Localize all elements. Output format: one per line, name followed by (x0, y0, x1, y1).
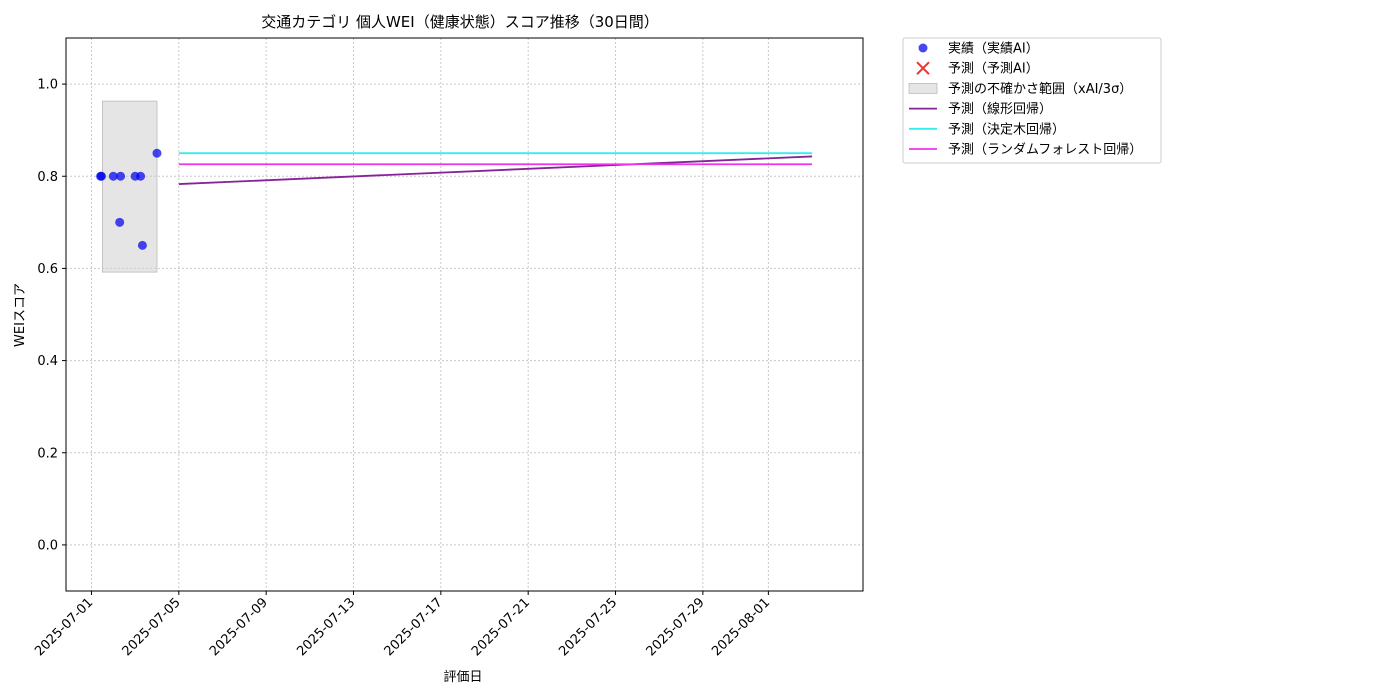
y-tick-label: 0.0 (37, 538, 58, 553)
prediction-lines-layer (178, 152, 813, 185)
actual-point (137, 240, 147, 250)
legend-label: 実績（実績AI） (948, 41, 1039, 57)
actual-point (116, 171, 126, 181)
legend-marker-band (908, 83, 938, 94)
actual-point (115, 217, 125, 227)
x-tick-label: 2025-07-29 (644, 595, 708, 659)
actual-point (136, 171, 146, 181)
y-tick-label: 0.8 (37, 170, 58, 185)
x-tick-label: 2025-07-09 (207, 595, 271, 659)
x-axis-label: 評価日 (443, 670, 482, 685)
legend-label: 予測（決定木回帰） (948, 121, 1065, 137)
plot-frame (65, 37, 864, 592)
y-tick-label: 0.2 (37, 446, 58, 461)
y-tick-label: 0.4 (37, 354, 58, 369)
legend: 実績（実績AI） 予測（予測AI） 予測の不確かさ範囲（xAI/3σ） 予測（線形回帰… (902, 37, 1162, 164)
x-axis-ticks: 2025-07-01 2025-07-05 2025-07-09 2025-07-13… (32, 591, 773, 659)
x-tick-label: 2025-07-13 (294, 595, 358, 659)
y-axis-ticks: 0.0 0.2 0.4 0.6 0.8 1.0 (37, 78, 66, 553)
x-tick-label: 2025-08-01 (709, 595, 773, 659)
x-tick-label: 2025-07-01 (32, 595, 96, 659)
x-tick-label: 2025-07-21 (469, 595, 533, 659)
grid (66, 38, 863, 591)
actual-point (96, 171, 106, 181)
actual-point (152, 148, 162, 158)
x-tick-label: 2025-07-05 (120, 595, 184, 659)
y-tick-label: 1.0 (37, 78, 58, 93)
legend-marker-actual (918, 43, 928, 53)
prediction-line (178, 155, 813, 185)
uncertainty-band-layer (101, 100, 158, 273)
legend-label: 予測（ランダムフォレスト回帰） (948, 142, 1142, 158)
x-tick-label: 2025-07-17 (382, 595, 446, 659)
chart-title: 交通カテゴリ 個人WEI（健康状態）スコア推移（30日間） (261, 13, 659, 31)
uncertainty-band (101, 100, 158, 273)
y-axis-label: WEIスコア (13, 283, 28, 347)
legend-label: 予測（予測AI） (948, 62, 1039, 77)
x-tick-label: 2025-07-25 (556, 595, 620, 659)
y-tick-label: 0.6 (37, 262, 58, 277)
chart: 交通カテゴリ 個人WEI（健康状態）スコア推移（30日間） 0.00.20.40… (13, 13, 1162, 685)
legend-label: 予測の不確かさ範囲（xAI/3σ） (948, 81, 1132, 97)
legend-label: 予測（線形回帰） (948, 101, 1052, 117)
